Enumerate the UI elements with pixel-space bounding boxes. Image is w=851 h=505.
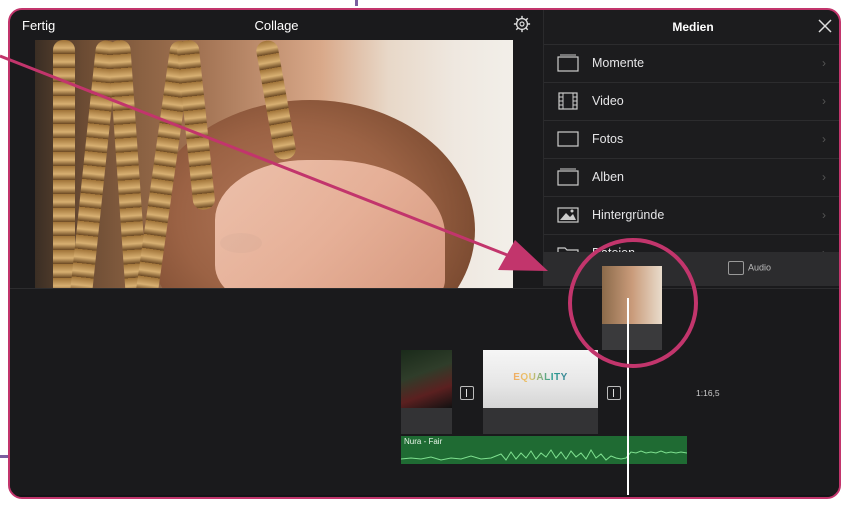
highlight-circle <box>568 238 698 368</box>
media-item-label: Hintergründe <box>592 208 665 222</box>
media-item-fotos[interactable]: Fotos › <box>544 120 839 159</box>
media-item-label: Alben <box>592 170 624 184</box>
media-item-label: Video <box>592 94 624 108</box>
media-title: Medien <box>672 20 714 34</box>
chevron-right-icon: › <box>822 56 826 70</box>
media-item-momente[interactable]: Momente › <box>544 44 839 83</box>
chevron-right-icon: › <box>822 208 826 222</box>
media-item-label: Fotos <box>592 132 624 146</box>
music-note-icon <box>728 261 744 275</box>
media-item-alben[interactable]: Alben › <box>544 158 839 197</box>
timeline-video-clip[interactable]: EQUALITY <box>483 350 598 408</box>
tab-audio-label: Audio <box>748 262 772 273</box>
media-item-video[interactable]: Video › <box>544 82 839 121</box>
audio-track[interactable]: Nura - Fair <box>401 436 687 464</box>
landscape-icon <box>557 207 579 223</box>
video-preview[interactable] <box>35 40 513 288</box>
preview-braid <box>53 40 75 288</box>
transition-icon[interactable] <box>460 386 474 400</box>
media-header: Medien <box>544 10 839 45</box>
timeline-clip-track <box>483 408 598 434</box>
chevron-right-icon: › <box>822 170 826 184</box>
timeline-video-clip[interactable] <box>401 350 452 408</box>
waveform <box>401 449 687 461</box>
transition-icon[interactable] <box>607 386 621 400</box>
timeline-clip-track <box>401 408 452 434</box>
album-icon <box>557 168 579 186</box>
chevron-right-icon: › <box>822 132 826 146</box>
photo-frame-icon <box>557 131 579 147</box>
gear-icon[interactable] <box>513 15 531 33</box>
timecode-label: 1:16,5 <box>696 388 720 398</box>
top-bar: Fertig Collage <box>10 10 543 40</box>
bottom-strip <box>10 495 839 497</box>
clip-title-text: EQUALITY <box>483 372 598 383</box>
close-icon[interactable] <box>816 17 834 35</box>
decorative-line <box>355 0 358 6</box>
stack-icon <box>557 54 579 72</box>
media-item-hintergruende[interactable]: Hintergründe › <box>544 196 839 235</box>
film-icon <box>558 92 578 110</box>
tab-audio[interactable]: Audio <box>728 261 771 275</box>
media-panel: Medien Momente › Video › Fotos › Alben ›… <box>543 10 839 286</box>
chevron-right-icon: › <box>822 94 826 108</box>
imovie-window: Fertig Collage Medien Momente › Video › … <box>8 8 841 499</box>
media-item-label: Momente <box>592 56 645 70</box>
project-title: Collage <box>254 18 299 33</box>
